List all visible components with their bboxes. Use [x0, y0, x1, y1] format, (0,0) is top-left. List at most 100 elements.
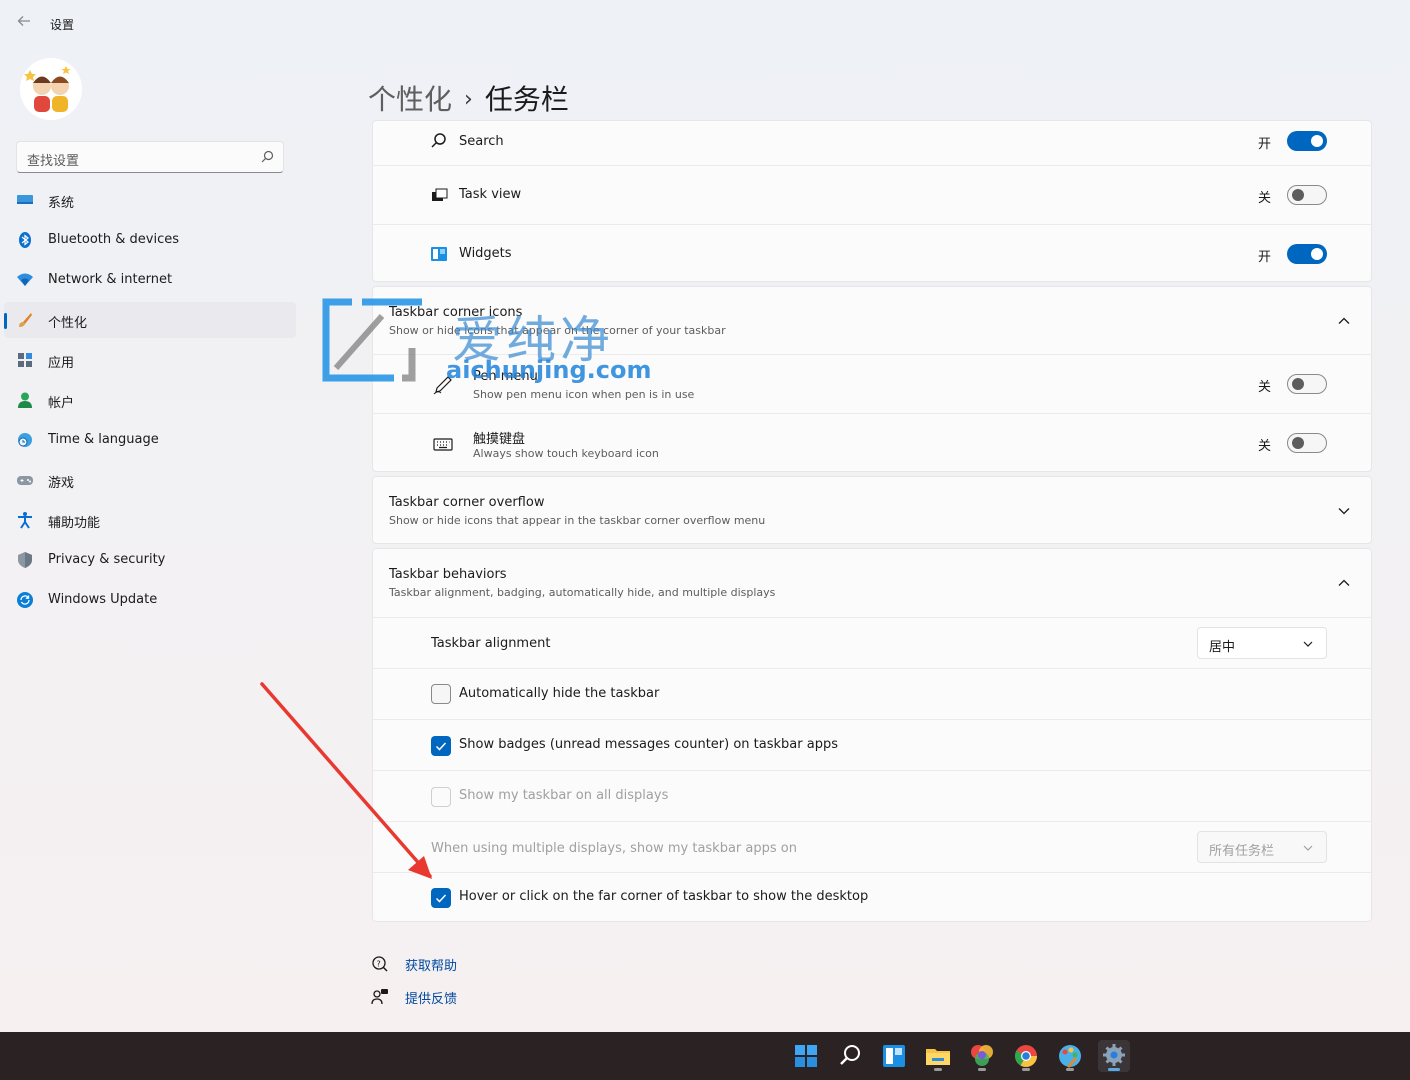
sidebar-item-accounts[interactable]: 帐户	[4, 382, 296, 418]
taskbar-behaviors-card: Taskbar behaviors Taskbar alignment, bad…	[372, 548, 1372, 922]
auto-hide-label: Automatically hide the taskbar	[459, 686, 660, 701]
globe-clock-icon	[18, 433, 32, 447]
widgets-toggle[interactable]	[1287, 244, 1327, 264]
sidebar-item-privacy[interactable]: Privacy & security	[4, 542, 296, 578]
badges-checkbox[interactable]	[431, 736, 451, 756]
widgets-icon	[883, 1045, 905, 1067]
toggle-knob	[1311, 135, 1323, 147]
sidebar-item-time-language[interactable]: Time & language	[4, 422, 296, 458]
corner-icons-header[interactable]: Taskbar corner icons Show or hide icons …	[373, 287, 1371, 354]
page-title: 任务栏	[484, 83, 569, 116]
toggle-state-text: 关	[1257, 380, 1271, 395]
touch-keyboard-toggle[interactable]	[1287, 433, 1327, 453]
corner-overflow-card[interactable]: Taskbar corner overflow Show or hide ico…	[372, 476, 1372, 544]
badges-row: Show badges (unread messages counter) on…	[373, 719, 1371, 770]
search-toggle[interactable]	[1287, 131, 1327, 151]
windows-taskbar	[0, 1032, 1410, 1080]
sidebar-item-label: 帐户	[48, 396, 75, 411]
behaviors-header[interactable]: Taskbar behaviors Taskbar alignment, bad…	[373, 549, 1371, 617]
help-icon: ?	[372, 956, 388, 972]
sidebar-item-network[interactable]: Network & internet	[4, 262, 296, 298]
far-corner-checkbox[interactable]	[431, 888, 451, 908]
sidebar-item-label: Network & internet	[48, 272, 173, 287]
get-help-text[interactable]: 获取帮助	[405, 955, 457, 974]
widgets-icon	[431, 247, 447, 261]
corner-overflow-title: Taskbar corner overflow	[389, 495, 545, 510]
sidebar-item-bluetooth[interactable]: Bluetooth & devices	[4, 222, 296, 258]
feedback-text[interactable]: 提供反馈	[405, 988, 457, 1007]
taskbar-item-taskview-row: Task view 关	[373, 165, 1371, 224]
update-icon	[17, 592, 33, 608]
sidebar-item-label: Windows Update	[48, 592, 158, 607]
running-indicator	[1022, 1068, 1030, 1071]
keyboard-icon	[433, 438, 453, 451]
pen-icon	[433, 376, 452, 395]
alignment-dropdown[interactable]: 居中	[1197, 627, 1327, 659]
sidebar-item-gaming[interactable]: 游戏	[4, 462, 296, 498]
sidebar-nav: 系统 Bluetooth & devices Network & interne…	[4, 182, 296, 622]
pen-menu-title: Pen menu	[473, 369, 538, 384]
sidebar-item-accessibility[interactable]: 辅助功能	[4, 502, 296, 538]
taskbar-paint-app[interactable]	[1054, 1040, 1086, 1072]
chevron-down-icon[interactable]	[1337, 504, 1351, 518]
avatar-image	[20, 58, 82, 120]
taskbar-chrome[interactable]	[1010, 1040, 1042, 1072]
search-icon	[261, 150, 274, 163]
sidebar-search-input[interactable]: 查找设置	[16, 141, 284, 173]
multi-display-row: When using multiple displays, show my ta…	[373, 821, 1371, 872]
touch-keyboard-subtitle: Always show touch keyboard icon	[473, 447, 659, 460]
multi-display-dropdown[interactable]: 所有任务栏	[1197, 831, 1327, 863]
all-displays-row: Show my taskbar on all displays	[373, 770, 1371, 821]
taskbar-search-button[interactable]	[834, 1040, 866, 1072]
taskbar-settings[interactable]	[1098, 1040, 1130, 1072]
sidebar-item-label: Privacy & security	[48, 552, 166, 567]
alignment-row: Taskbar alignment 居中	[373, 617, 1371, 668]
sidebar-item-label: Bluetooth & devices	[48, 232, 179, 247]
sidebar-item-apps[interactable]: 应用	[4, 342, 296, 378]
bluetooth-icon	[19, 232, 31, 248]
settings-window: 设置 查找设置 系统 Bluetooth & devices Network &…	[0, 0, 1410, 1032]
brush-icon	[19, 313, 32, 327]
alignment-value: 居中	[1209, 640, 1236, 655]
running-indicator	[1066, 1068, 1074, 1071]
chevron-up-icon[interactable]	[1337, 314, 1351, 328]
feedback-icon	[371, 989, 388, 1005]
sidebar-item-windows-update[interactable]: Windows Update	[4, 582, 296, 618]
back-button[interactable]	[14, 14, 34, 34]
task-view-label: Task view	[459, 187, 522, 202]
running-indicator	[978, 1068, 986, 1071]
pen-menu-toggle-group: 关	[1227, 374, 1327, 395]
start-button[interactable]	[790, 1040, 822, 1072]
avatar[interactable]	[20, 58, 82, 120]
taskbar-item-widgets-row: Widgets 开	[373, 224, 1371, 283]
sidebar-item-system[interactable]: 系统	[4, 182, 296, 218]
chevron-up-icon[interactable]	[1337, 576, 1351, 590]
behaviors-title: Taskbar behaviors	[389, 567, 507, 582]
taskbar-file-explorer[interactable]	[922, 1040, 954, 1072]
far-corner-row: Hover or click on the far corner of task…	[373, 872, 1371, 922]
sidebar-item-label: 个性化	[48, 316, 88, 331]
svg-text:?: ?	[377, 960, 381, 969]
taskbar-widgets-button[interactable]	[878, 1040, 910, 1072]
corner-icons-subtitle: Show or hide icons that appear on the co…	[389, 324, 726, 337]
corner-icons-title: Taskbar corner icons	[389, 305, 523, 320]
sidebar-item-personalization[interactable]: 个性化	[4, 302, 296, 338]
corner-overflow-subtitle: Show or hide icons that appear in the ta…	[389, 514, 766, 527]
toggle-knob	[1292, 189, 1304, 201]
far-corner-label: Hover or click on the far corner of task…	[459, 889, 869, 904]
taskbar-picture-app[interactable]	[966, 1040, 998, 1072]
auto-hide-checkbox[interactable]	[431, 684, 451, 704]
task-view-toggle[interactable]	[1287, 185, 1327, 205]
all-displays-checkbox[interactable]	[431, 787, 451, 807]
touch-keyboard-toggle-group: 关	[1227, 433, 1327, 454]
search-icon	[431, 133, 446, 148]
pen-menu-toggle[interactable]	[1287, 374, 1327, 394]
sidebar-item-label: Time & language	[48, 432, 159, 447]
touch-keyboard-title: 触摸键盘	[473, 432, 526, 447]
chevron-down-icon	[1303, 845, 1313, 851]
toggle-knob	[1292, 437, 1304, 449]
toggle-state-text: 关	[1257, 439, 1271, 454]
toggle-state-text: 关	[1257, 191, 1271, 206]
behaviors-subtitle: Taskbar alignment, badging, automaticall…	[389, 586, 776, 599]
breadcrumb-parent[interactable]: 个性化	[368, 83, 452, 116]
